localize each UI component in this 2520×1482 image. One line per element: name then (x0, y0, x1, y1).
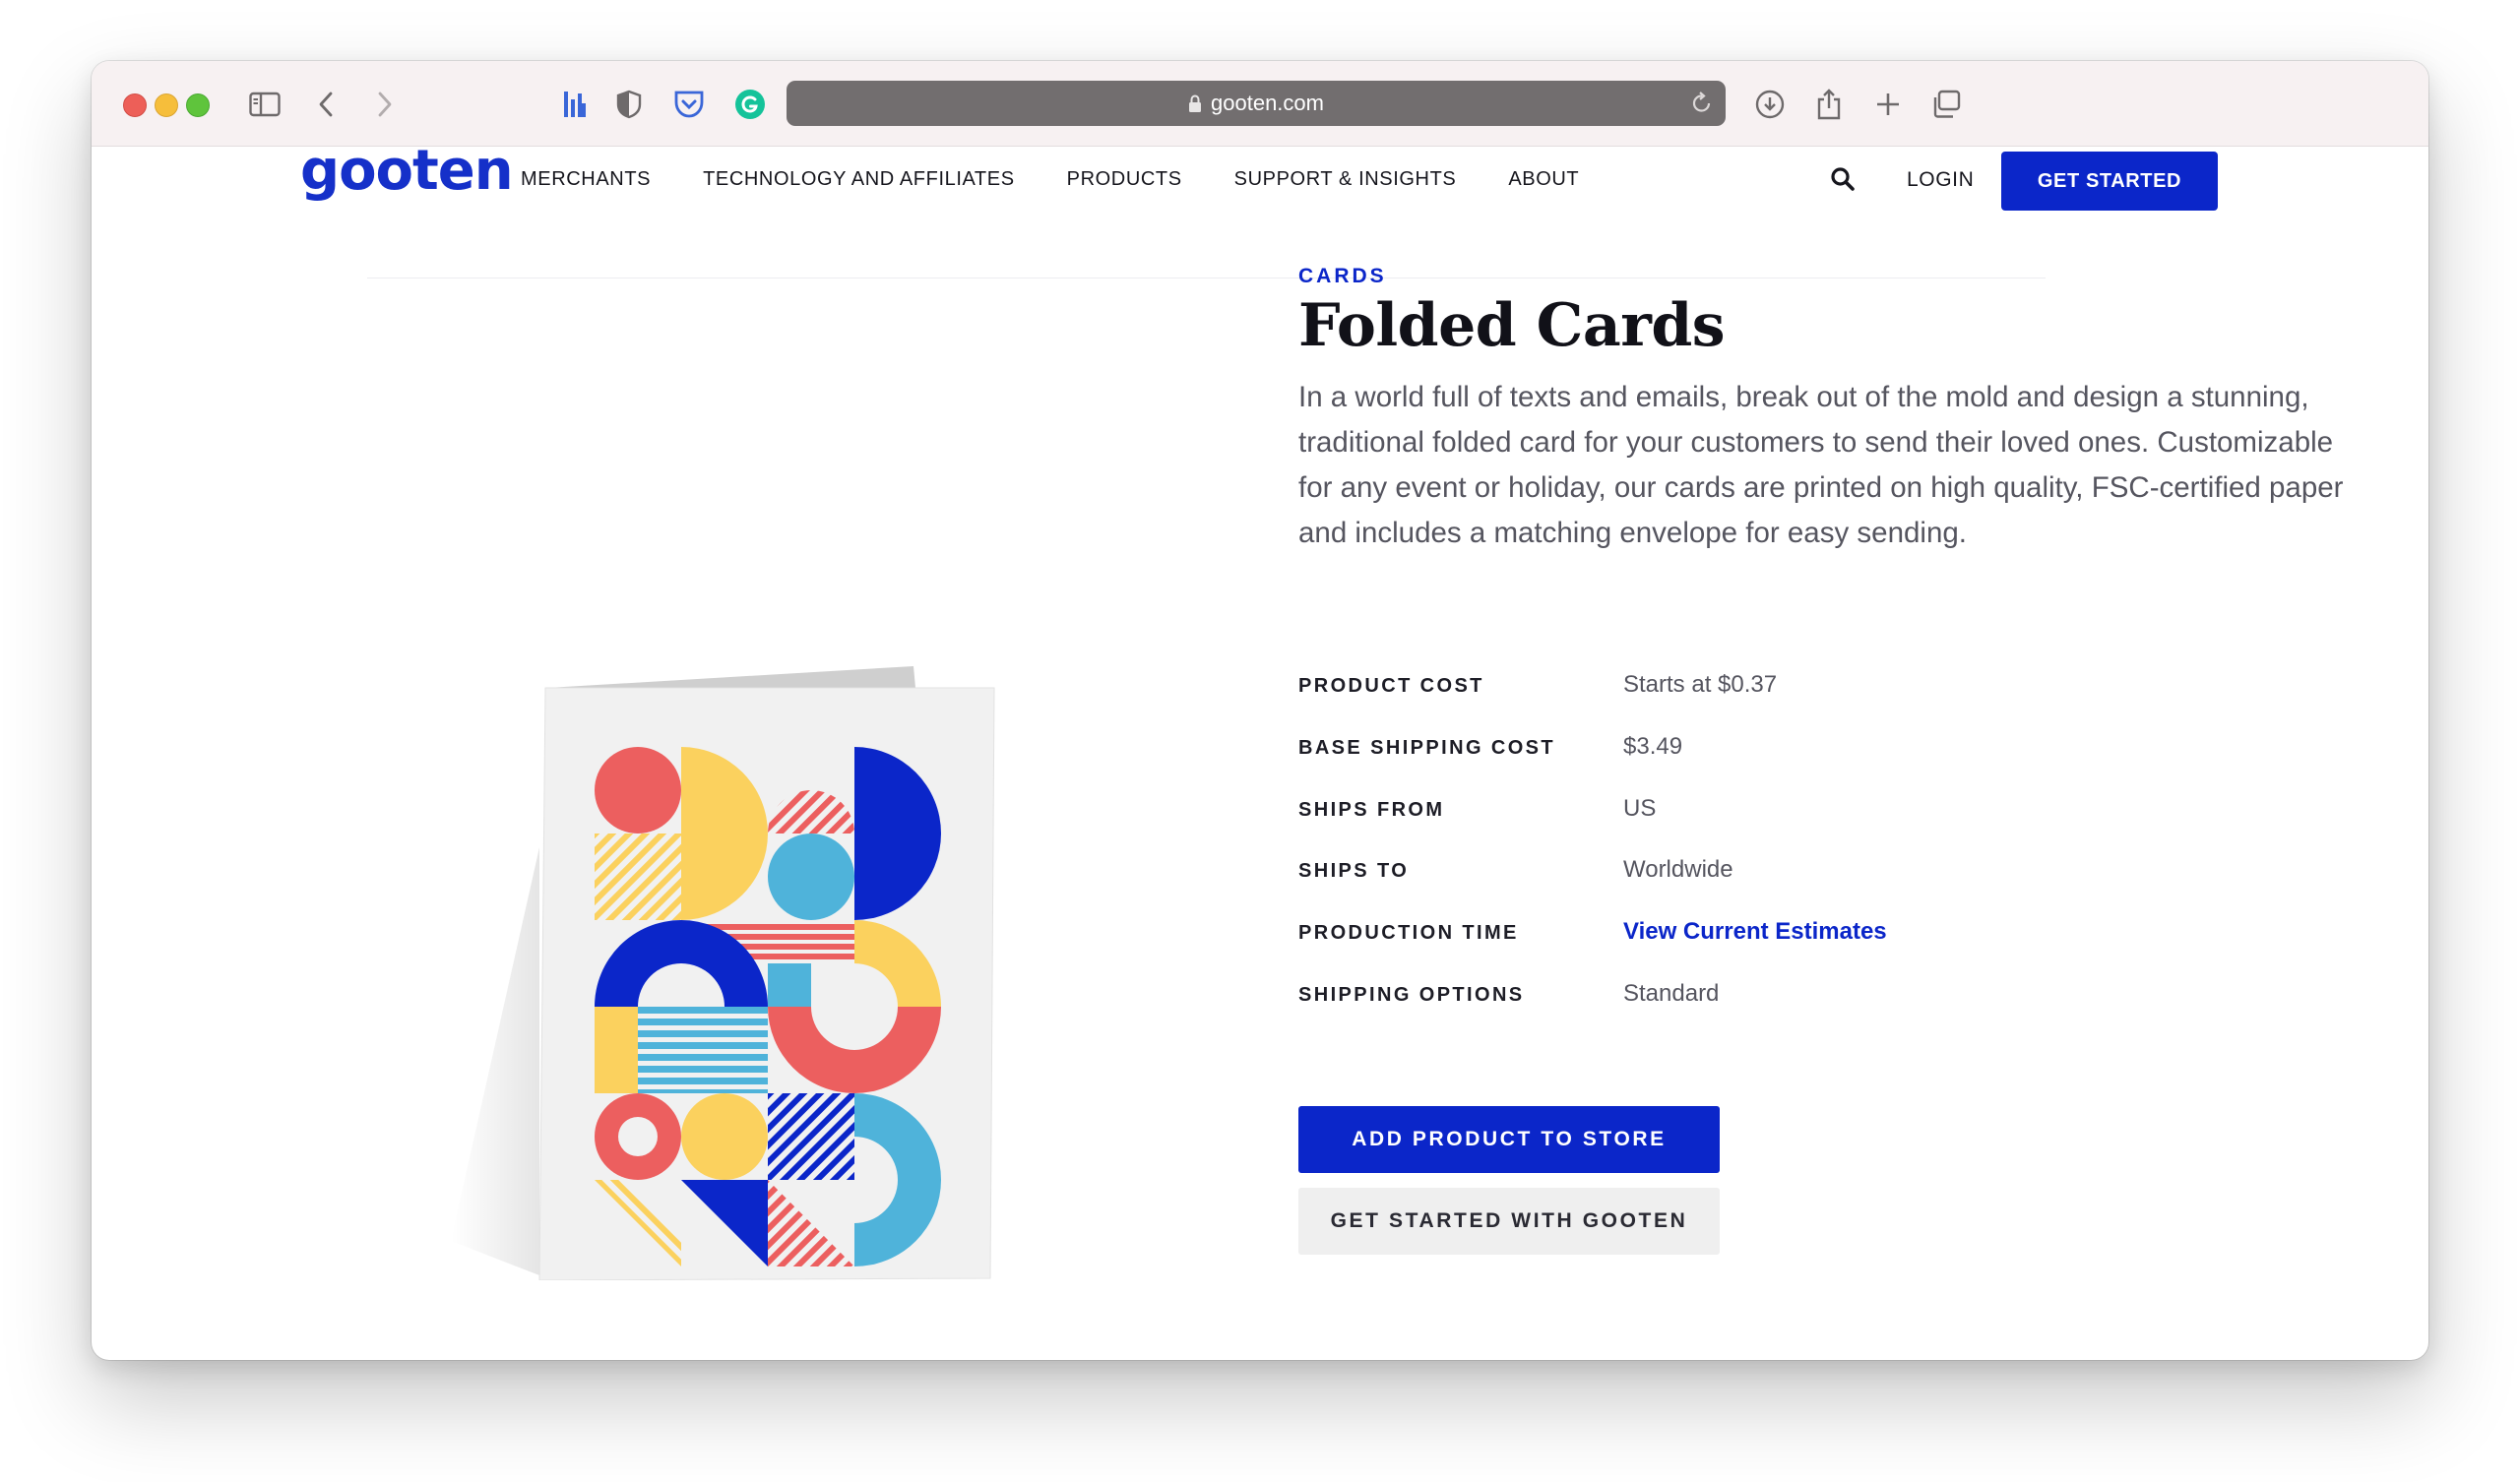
gooten-logo[interactable]: gooten (300, 139, 514, 203)
grammarly-icon[interactable] (733, 83, 767, 126)
zoom-window-button[interactable] (186, 93, 210, 117)
search-icon[interactable] (1830, 166, 1856, 197)
spec-label-base-shipping-cost: BASE SHIPPING COST (1298, 736, 1556, 759)
spec-label-ships-from: SHIPS FROM (1298, 798, 1445, 821)
nav-link-about[interactable]: ABOUT (1508, 168, 1579, 191)
product-description: In a world full of texts and emails, bre… (1298, 381, 2344, 549)
sidebar-icon[interactable] (247, 83, 283, 126)
product-category[interactable]: CARDS (1298, 265, 1387, 288)
pocket-icon[interactable] (672, 83, 706, 126)
minimize-window-button[interactable] (155, 93, 178, 117)
lock-icon (1188, 93, 1202, 113)
site-content: gooten MERCHANTS TECHNOLOGY AND AFFILIAT… (92, 139, 2428, 1360)
spec-value-shipping-options: Standard (1623, 979, 1720, 1007)
reload-icon[interactable] (1690, 91, 1714, 122)
get-started-button[interactable]: GET STARTED (2001, 152, 2218, 211)
nav-link-merchants[interactable]: MERCHANTS (521, 168, 651, 191)
shield-icon[interactable] (613, 83, 645, 126)
back-icon[interactable] (314, 83, 338, 126)
spec-value-product-cost: Starts at $0.37 (1623, 671, 1778, 698)
tab-overview-icon[interactable] (1928, 83, 1964, 126)
browser-window: gooten.com gooten MERCHANTS TECHNOLOGY A… (92, 61, 2428, 1360)
login-link[interactable]: LOGIN (1907, 168, 1974, 192)
spec-label-shipping-options: SHIPPING OPTIONS (1298, 983, 1525, 1006)
forward-icon[interactable] (373, 83, 397, 126)
address-bar[interactable]: gooten.com (787, 81, 1726, 126)
close-window-button[interactable] (123, 93, 147, 117)
nav-link-support-insights[interactable]: SUPPORT & INSIGHTS (1234, 168, 1457, 191)
folded-card-image (441, 572, 1032, 1281)
spec-label-product-cost: PRODUCT COST (1298, 675, 1484, 697)
spec-value-ships-from: US (1623, 794, 1657, 822)
url-text: gooten.com (1211, 91, 1324, 115)
spec-label-ships-to: SHIPS TO (1298, 860, 1410, 883)
browser-toolbar: gooten.com (92, 61, 2428, 147)
download-icon[interactable] (1753, 83, 1787, 126)
main-nav: MERCHANTS TECHNOLOGY AND AFFILIATES PROD… (521, 168, 1579, 191)
new-tab-icon[interactable] (1871, 83, 1905, 126)
share-icon[interactable] (1812, 83, 1846, 126)
nav-link-products[interactable]: PRODUCTS (1067, 168, 1182, 191)
product-title: Folded Cards (1298, 291, 1726, 360)
spec-value-base-shipping-cost: $3.49 (1623, 732, 1683, 760)
spec-label-production-time: PRODUCTION TIME (1298, 922, 1519, 945)
view-current-estimates-link[interactable]: View Current Estimates (1623, 918, 1887, 946)
extension-bars-icon[interactable] (560, 83, 590, 126)
spec-value-ships-to: Worldwide (1623, 856, 1733, 884)
add-product-to-store-button[interactable]: ADD PRODUCT TO STORE (1298, 1106, 1720, 1173)
get-started-with-gooten-button[interactable]: GET STARTED WITH GOOTEN (1298, 1188, 1720, 1255)
nav-link-technology-affiliates[interactable]: TECHNOLOGY AND AFFILIATES (703, 168, 1015, 191)
